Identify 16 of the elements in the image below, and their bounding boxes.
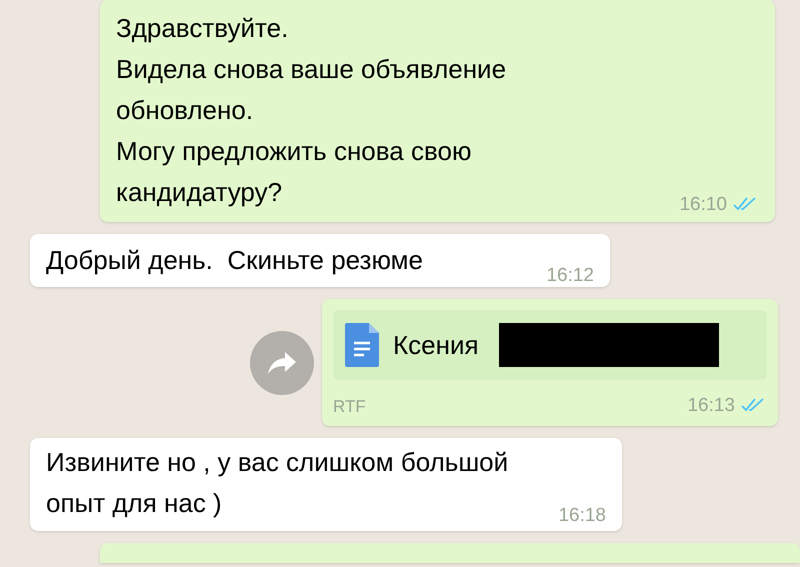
message-time: 16:18 (558, 506, 606, 525)
share-arrow-icon (267, 350, 297, 374)
message-time: 16:13 (687, 396, 735, 415)
message-text: Добрый день. Скиньте резюме (46, 244, 424, 277)
message-text: обновлено. (116, 94, 254, 127)
file-name: Ксения (393, 328, 479, 362)
document-icon (345, 323, 379, 367)
message-text: опыт для нас ) (46, 487, 222, 520)
file-type: RTF (333, 398, 366, 415)
message-text: Видела снова ваше объявление (116, 53, 506, 86)
message-text: Здравствуйте. (116, 12, 288, 45)
message-text: Могу предложить снова свою (116, 135, 472, 168)
message-time: 16:10 (679, 195, 727, 214)
message-text: кандидатуру? (116, 176, 282, 209)
message-text: Извините но , у вас слишком большой (46, 446, 508, 479)
message-time: 16:12 (546, 266, 594, 285)
